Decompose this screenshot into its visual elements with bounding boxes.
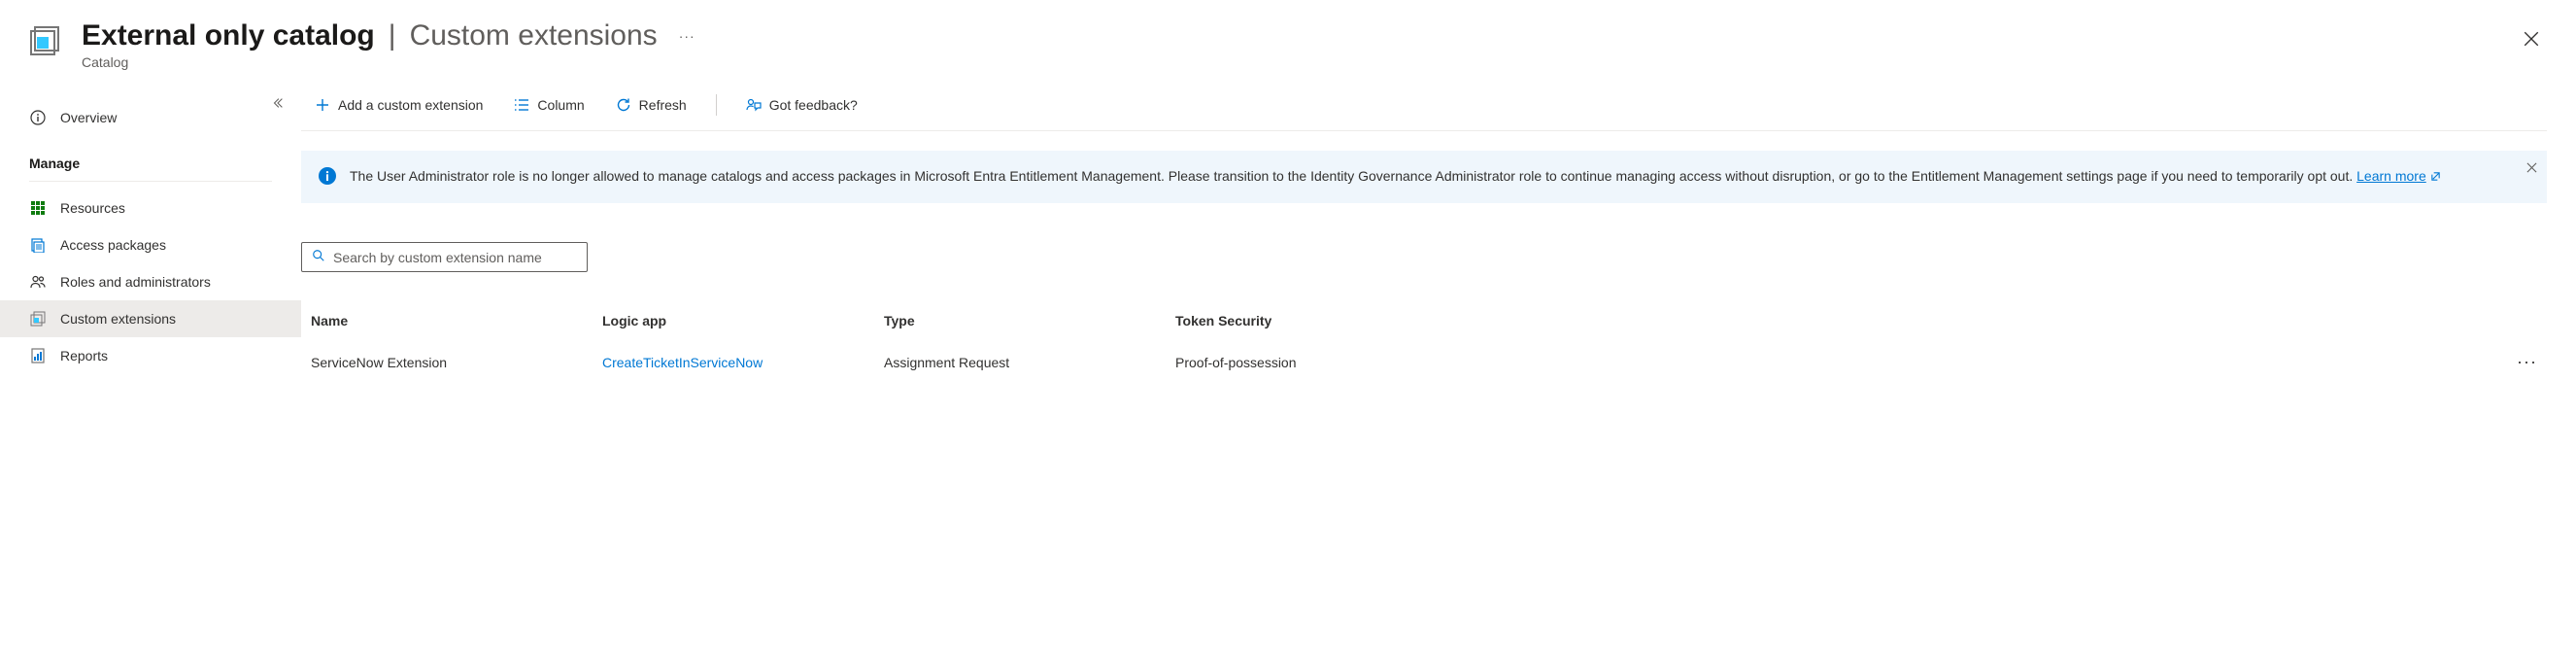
- sidebar-item-label: Reports: [60, 348, 108, 363]
- people-icon: [29, 273, 47, 291]
- add-extension-button[interactable]: Add a custom extension: [313, 93, 485, 117]
- sidebar-item-label: Access packages: [60, 237, 166, 253]
- grid-icon: [29, 199, 47, 217]
- cell-logic-app-link[interactable]: CreateTicketInServiceNow: [602, 355, 884, 370]
- search-box[interactable]: [301, 242, 588, 272]
- info-banner: The User Administrator role is no longer…: [301, 151, 2547, 203]
- title-divider: |: [389, 19, 396, 52]
- cell-name: ServiceNow Extension: [311, 355, 602, 370]
- page-title: External only catalog: [82, 19, 375, 52]
- sidebar-item-roles[interactable]: Roles and administrators: [0, 263, 301, 300]
- page-subtitle-section: Custom extensions: [410, 19, 658, 52]
- cell-type: Assignment Request: [884, 355, 1175, 370]
- table-row[interactable]: ServiceNow Extension CreateTicketInServi…: [301, 340, 2547, 384]
- feedback-button[interactable]: Got feedback?: [744, 93, 860, 117]
- search-icon: [312, 249, 325, 265]
- feedback-icon: [746, 97, 762, 113]
- sidebar-item-overview[interactable]: Overview: [0, 99, 301, 136]
- toolbar-divider: [716, 94, 717, 116]
- search-input[interactable]: [333, 250, 577, 265]
- close-button[interactable]: [2516, 23, 2547, 54]
- sidebar-item-resources[interactable]: Resources: [0, 190, 301, 226]
- toolbar-label: Add a custom extension: [338, 97, 483, 113]
- sidebar: Overview Manage: [0, 80, 301, 657]
- learn-more-link[interactable]: Learn more: [2356, 166, 2441, 188]
- sidebar-item-label: Overview: [60, 110, 117, 125]
- external-link-icon: [2430, 171, 2441, 182]
- banner-close-button[interactable]: [2523, 156, 2541, 180]
- column-header-name[interactable]: Name: [311, 313, 602, 328]
- refresh-button[interactable]: Refresh: [614, 93, 689, 117]
- sidebar-item-reports[interactable]: Reports: [0, 337, 301, 374]
- sidebar-item-access-packages[interactable]: Access packages: [0, 226, 301, 263]
- cell-token: Proof-of-possession: [1175, 355, 2498, 370]
- plus-icon: [315, 97, 330, 113]
- sidebar-section-manage: Manage: [29, 136, 272, 182]
- sidebar-item-custom-extensions[interactable]: Custom extensions: [0, 300, 301, 337]
- extensions-table: Name Logic app Type Token Security Servi…: [301, 301, 2547, 384]
- toolbar-label: Got feedback?: [769, 97, 858, 113]
- column-header-token[interactable]: Token Security: [1175, 313, 2498, 328]
- sidebar-item-label: Roles and administrators: [60, 274, 211, 290]
- sidebar-item-label: Custom extensions: [60, 311, 176, 327]
- column-button[interactable]: Column: [512, 93, 586, 117]
- report-icon: [29, 347, 47, 364]
- column-icon: [514, 97, 529, 113]
- main-content: Add a custom extension Column: [301, 80, 2576, 657]
- refresh-icon: [616, 97, 631, 113]
- link-label: Learn more: [2356, 166, 2426, 188]
- sidebar-item-label: Resources: [60, 200, 125, 216]
- table-header: Name Logic app Type Token Security: [301, 301, 2547, 340]
- header-more-button[interactable]: ···: [671, 24, 703, 48]
- catalog-icon: [29, 25, 64, 60]
- info-icon: [319, 167, 336, 188]
- collapse-sidebar-button[interactable]: [264, 89, 291, 117]
- extension-icon: [29, 310, 47, 328]
- toolbar-label: Column: [537, 97, 584, 113]
- row-more-button[interactable]: ···: [2498, 352, 2547, 372]
- page-breadcrumb: Catalog: [82, 54, 2547, 70]
- toolbar: Add a custom extension Column: [301, 80, 2547, 131]
- column-header-type[interactable]: Type: [884, 313, 1175, 328]
- column-header-logic-app[interactable]: Logic app: [602, 313, 884, 328]
- banner-text: The User Administrator role is no longer…: [350, 168, 2356, 184]
- info-icon: [29, 109, 47, 126]
- toolbar-label: Refresh: [639, 97, 687, 113]
- package-icon: [29, 236, 47, 254]
- page-header: External only catalog | Custom extension…: [0, 0, 2576, 80]
